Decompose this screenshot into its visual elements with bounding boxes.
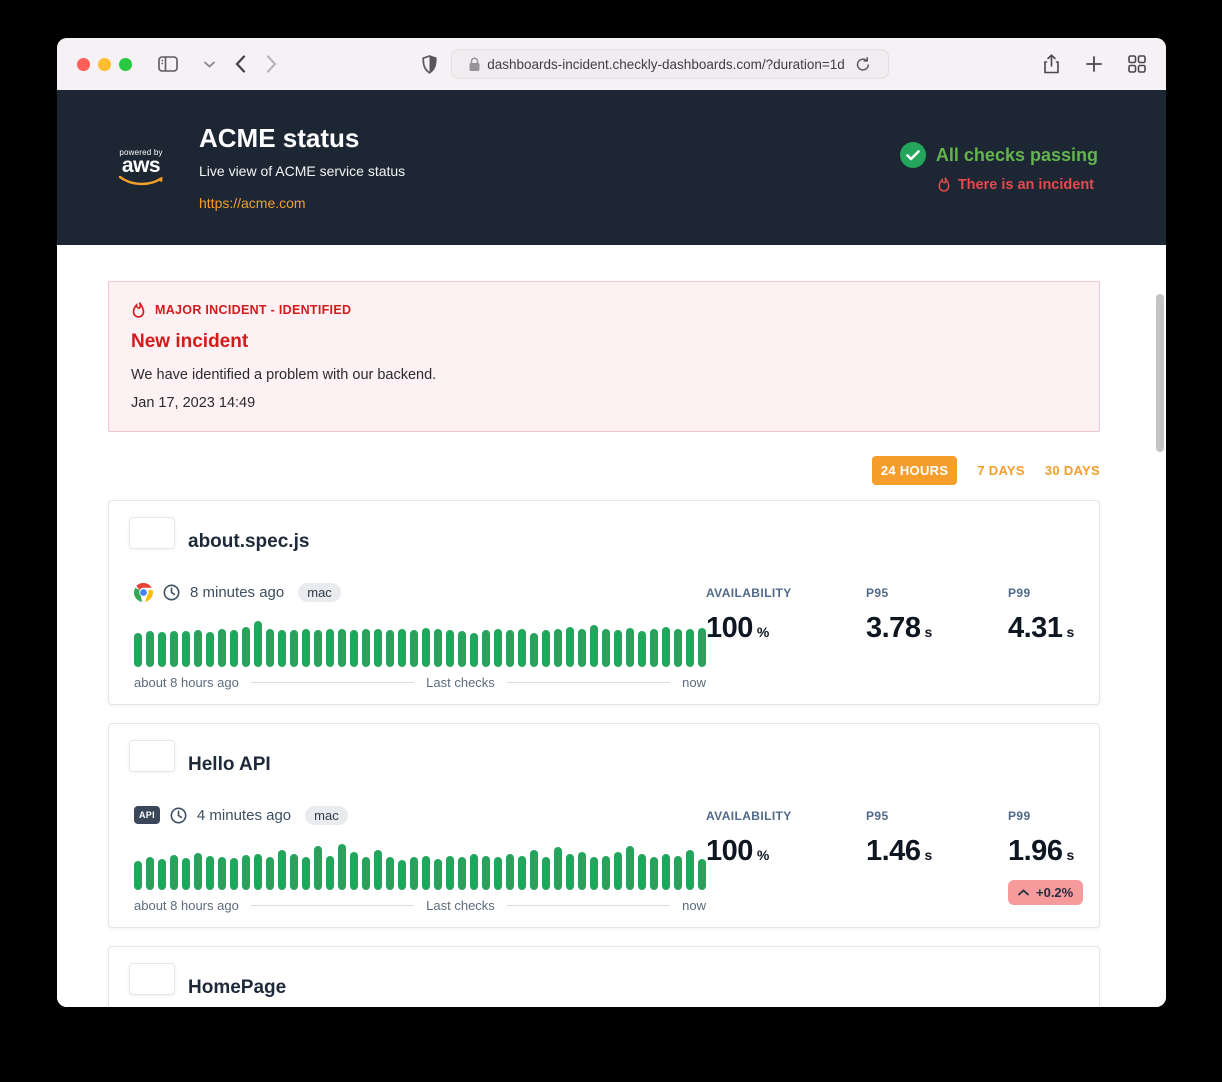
check-circle-icon xyxy=(900,142,926,168)
incident-timestamp: Jan 17, 2023 14:49 xyxy=(131,395,1077,411)
chart-axis: about 8 hours ago Last checks now xyxy=(134,675,706,690)
availability-unit: % xyxy=(757,847,769,863)
p99-trend-value: +0.2% xyxy=(1036,885,1073,900)
check-name: HomePage xyxy=(188,977,286,999)
overall-status-text: All checks passing xyxy=(936,145,1098,166)
time-range-selector: 24 HOURS 7 DAYS 30 DAYS xyxy=(108,456,1100,485)
aws-logo: powered by aws xyxy=(115,148,167,187)
clock-icon xyxy=(170,807,187,824)
site-header: powered by aws ACME status Live view of … xyxy=(57,90,1166,245)
chart-axis: about 8 hours ago Last checks now xyxy=(134,898,706,913)
scrollbar-thumb[interactable] xyxy=(1156,294,1164,452)
flame-icon xyxy=(937,176,951,193)
availability-label: AVAILABILITY xyxy=(706,586,824,600)
availability-label: AVAILABILITY xyxy=(706,809,824,823)
forward-button[interactable] xyxy=(266,55,277,73)
minimize-window-button[interactable] xyxy=(98,58,111,71)
check-card-about-spec-js: about.spec.js xyxy=(108,500,1100,705)
new-tab-icon[interactable] xyxy=(1086,56,1102,72)
check-card-homepage: HomePage xyxy=(108,946,1100,1007)
check-name: about.spec.js xyxy=(188,531,309,553)
p95-unit: s xyxy=(924,847,932,863)
incident-message: We have identified a problem with our ba… xyxy=(131,367,1077,383)
incident-kicker: MAJOR INCIDENT - IDENTIFIED xyxy=(155,303,351,317)
range-button-7-days[interactable]: 7 DAYS xyxy=(977,463,1025,478)
chrome-browser-icon xyxy=(134,583,153,602)
check-card-hello-api: Hello API API 4 minutes ago mac xyxy=(108,723,1100,928)
axis-end-label: now xyxy=(682,898,706,913)
axis-middle-label: Last checks xyxy=(426,675,495,690)
reload-button[interactable] xyxy=(856,57,870,72)
p99-value: 1.96 xyxy=(1008,835,1062,867)
clock-icon xyxy=(163,584,180,601)
p95-value: 1.46 xyxy=(866,835,920,867)
p95-unit: s xyxy=(924,624,932,640)
incident-link-text: There is an incident xyxy=(958,177,1094,193)
page-viewport: powered by aws ACME status Live view of … xyxy=(57,90,1166,1007)
availability-value: 100 xyxy=(706,835,753,867)
address-bar[interactable]: dashboards-incident.checkly-dashboards.c… xyxy=(451,49,889,79)
p99-unit: s xyxy=(1066,624,1074,640)
lock-icon xyxy=(469,57,480,71)
availability-value: 100 xyxy=(706,612,753,644)
site-link[interactable]: https://acme.com xyxy=(199,195,306,211)
page-subtitle: Live view of ACME service status xyxy=(199,163,405,179)
traffic-lights xyxy=(77,58,132,71)
p95-value: 3.78 xyxy=(866,612,920,644)
share-icon[interactable] xyxy=(1043,54,1060,74)
zoom-window-button[interactable] xyxy=(119,58,132,71)
tag-pill: mac xyxy=(298,583,341,602)
p95-label: P95 xyxy=(866,586,966,600)
range-button-24-hours[interactable]: 24 HOURS xyxy=(872,456,957,485)
chevron-down-icon[interactable] xyxy=(204,61,215,68)
incident-banner: MAJOR INCIDENT - IDENTIFIED New incident… xyxy=(108,281,1100,432)
chevron-up-icon xyxy=(1018,889,1029,896)
browser-toolbar: dashboards-incident.checkly-dashboards.c… xyxy=(57,38,1166,90)
page-content: MAJOR INCIDENT - IDENTIFIED New incident… xyxy=(57,245,1166,1007)
check-passing-icon xyxy=(129,963,175,995)
axis-end-label: now xyxy=(682,675,706,690)
check-name: Hello API xyxy=(188,754,271,776)
axis-start-label: about 8 hours ago xyxy=(134,898,239,913)
check-results-bar-chart[interactable] xyxy=(134,619,706,667)
last-run-text: 8 minutes ago xyxy=(190,584,284,601)
flame-icon xyxy=(131,301,146,319)
incident-link[interactable]: There is an incident xyxy=(937,176,1094,193)
p99-label: P99 xyxy=(1008,809,1108,823)
privacy-shield-icon[interactable] xyxy=(422,55,437,74)
p99-value: 4.31 xyxy=(1008,612,1062,644)
tag-pill: mac xyxy=(305,806,348,825)
incident-title: New incident xyxy=(131,331,1077,353)
p95-label: P95 xyxy=(866,809,966,823)
availability-unit: % xyxy=(757,624,769,640)
api-check-badge: API xyxy=(134,806,160,824)
p99-trend-badge: +0.2% xyxy=(1008,880,1083,905)
page-title: ACME status xyxy=(199,123,405,154)
sidebar-toggle-icon[interactable] xyxy=(158,56,178,72)
check-passing-icon xyxy=(129,740,175,772)
axis-middle-label: Last checks xyxy=(426,898,495,913)
browser-window: dashboards-incident.checkly-dashboards.c… xyxy=(57,38,1166,1007)
tab-overview-icon[interactable] xyxy=(1128,55,1146,73)
url-text: dashboards-incident.checkly-dashboards.c… xyxy=(487,57,845,72)
p99-unit: s xyxy=(1066,847,1074,863)
check-passing-icon xyxy=(129,517,175,549)
aws-brand-label: aws xyxy=(122,157,160,175)
close-window-button[interactable] xyxy=(77,58,90,71)
range-button-30-days[interactable]: 30 DAYS xyxy=(1045,463,1100,478)
back-button[interactable] xyxy=(235,55,246,73)
aws-smile-icon xyxy=(118,175,164,187)
check-results-bar-chart[interactable] xyxy=(134,842,706,890)
p99-label: P99 xyxy=(1008,586,1108,600)
axis-start-label: about 8 hours ago xyxy=(134,675,239,690)
last-run-text: 4 minutes ago xyxy=(197,807,291,824)
overall-status: All checks passing xyxy=(900,142,1098,168)
